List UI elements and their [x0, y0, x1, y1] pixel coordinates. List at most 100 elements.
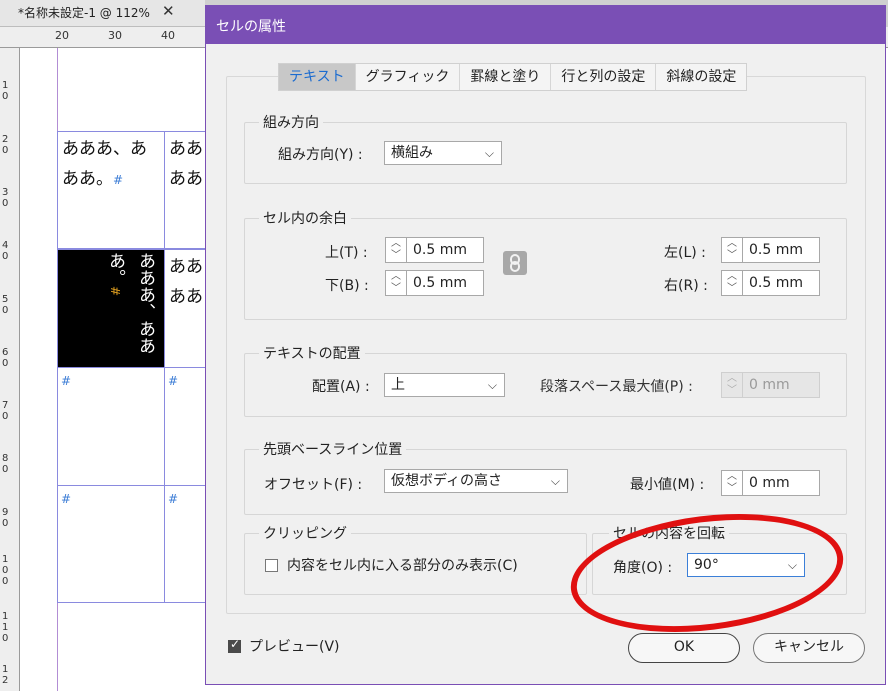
chevron-down-icon: ⌵ [484, 146, 494, 160]
ruler-label: 2 0 [2, 134, 9, 156]
direction-select[interactable]: 横組み ⌵ [384, 141, 502, 165]
end-of-story-marker: # [61, 374, 72, 388]
minimum-stepper[interactable]: ︿ ﹀ [721, 470, 743, 496]
dialog-titlebar[interactable]: セルの属性 [206, 6, 885, 44]
tab-bar: テキスト グラフィック 罫線と塗り 行と列の設定 斜線の設定 [278, 63, 748, 91]
chevron-down-icon[interactable]: ﹀ [386, 283, 406, 295]
chevron-up-icon[interactable]: ︿ [722, 471, 742, 483]
tab-diagonal-lines[interactable]: 斜線の設定 [656, 64, 747, 90]
ruler-label: 8 0 [2, 453, 9, 475]
table-cell[interactable]: ああ ああ [164, 249, 209, 368]
paragraph-spacing-stepper: ︿ ﹀ [721, 372, 743, 398]
chevron-down-icon: ﹀ [727, 385, 737, 396]
chevron-down-icon: ⌵ [550, 474, 560, 488]
chevron-down-icon[interactable]: ﹀ [722, 483, 742, 495]
end-of-story-marker: # [168, 374, 179, 388]
direction-group: 組み方向 組み方向(Y) : 横組み ⌵ [244, 112, 847, 184]
close-tab-icon[interactable]: ✕ [162, 2, 175, 20]
cell-rotated-text: あああ、ああ あ。# [100, 252, 160, 367]
clipping-group: クリッピング 内容をセル内に入る部分のみ表示(C) [244, 523, 587, 595]
text-alignment-group: テキストの配置 配置(A) : 上 ⌵ 段落スペース最大値(P) : ︿ ﹀ 0… [244, 343, 847, 417]
chain-link-icon [510, 254, 520, 272]
table-cell[interactable]: あああ、あ ああ。# [57, 131, 165, 249]
ruler-label: 6 0 [2, 347, 9, 369]
inset-top-stepper[interactable]: ︿ ﹀ [385, 237, 407, 263]
paragraph-spacing-field: 0 mm [742, 372, 820, 398]
direction-label: 組み方向(Y) : [278, 147, 363, 163]
chevron-up-icon[interactable]: ︿ [386, 238, 406, 250]
table-cell[interactable]: # [57, 485, 165, 603]
document-tab[interactable]: *名称未設定-1 @ 112% ✕ [0, 0, 205, 27]
preview-checkbox[interactable]: ✓ [228, 637, 241, 653]
link-inset-button[interactable] [503, 251, 527, 275]
end-of-story-marker: # [61, 492, 72, 506]
ruler-label: 40 [161, 29, 175, 42]
ruler-label: 30 [108, 29, 122, 42]
preview-label[interactable]: プレビュー(V) [249, 636, 340, 656]
minimum-field[interactable]: 0 mm [742, 470, 820, 496]
checkmark-icon: ✓ [230, 637, 241, 651]
cell-text: あああ、あ ああ。# [58, 132, 164, 197]
alignment-label: 配置(A) : [312, 379, 370, 395]
chevron-down-icon[interactable]: ﹀ [722, 250, 742, 262]
ruler-label: 3 0 [2, 187, 9, 209]
chevron-up-icon[interactable]: ︿ [722, 271, 742, 283]
tab-rows-columns[interactable]: 行と列の設定 [551, 64, 657, 90]
cell-text: ああ ああ [169, 257, 203, 307]
table-cell[interactable]: ああ ああ [164, 131, 209, 249]
cancel-button[interactable]: キャンセル [753, 633, 865, 663]
group-title: セル内の余白 [259, 208, 351, 228]
table-cell[interactable]: # [57, 367, 165, 486]
first-baseline-group: 先頭ベースライン位置 オフセット(F) : 仮想ボディの高さ ⌵ 最小値(M) … [244, 439, 847, 515]
ruler-label: 1 0 0 [2, 554, 9, 587]
inset-left-label: 左(L) : [664, 245, 706, 261]
inset-left-stepper[interactable]: ︿ ﹀ [721, 237, 743, 263]
inset-right-label: 右(R) : [664, 278, 708, 294]
end-of-story-marker: # [113, 173, 124, 187]
chevron-up-icon[interactable]: ︿ [386, 271, 406, 283]
ruler-label: 1 0 [2, 80, 9, 102]
tab-graphic[interactable]: グラフィック [355, 64, 461, 90]
group-title: テキストの配置 [259, 343, 365, 363]
ruler-label: 5 0 [2, 294, 9, 316]
ruler-label: 20 [55, 29, 69, 42]
chevron-up-icon[interactable]: ︿ [722, 238, 742, 250]
alignment-value: 上 [391, 377, 405, 393]
cell-inset-group: セル内の余白 上(T) : ︿ ﹀ 0.5 mm 下(B) : ︿ ﹀ 0.5 … [244, 208, 847, 320]
inset-top-label: 上(T) : [325, 245, 368, 261]
inset-bottom-field[interactable]: 0.5 mm [406, 270, 484, 296]
tab-strokes-fills[interactable]: 罫線と塗り [460, 64, 552, 90]
clip-contents-checkbox[interactable] [265, 559, 278, 572]
inset-right-field[interactable]: 0.5 mm [742, 270, 820, 296]
table-cell[interactable]: # [164, 367, 209, 486]
table-cell[interactable]: # [164, 485, 209, 603]
group-title: 先頭ベースライン位置 [259, 439, 407, 459]
chevron-down-icon[interactable]: ﹀ [722, 283, 742, 295]
inset-right-stepper[interactable]: ︿ ﹀ [721, 270, 743, 296]
cell-text: ああ ああ [169, 139, 203, 189]
direction-value: 横組み [391, 145, 433, 161]
ruler-label: 7 0 [2, 400, 9, 422]
cell-options-dialog: セルの属性 テキスト グラフィック 罫線と塗り 行と列の設定 斜線の設定 組み方… [205, 5, 886, 685]
vertical-ruler: 1 0 2 0 3 0 4 0 5 0 6 0 7 0 8 0 9 0 1 0 … [0, 48, 20, 691]
clip-contents-label[interactable]: 内容をセル内に入る部分のみ表示(C) [287, 555, 518, 575]
chevron-down-icon[interactable]: ﹀ [386, 250, 406, 262]
inset-left-field[interactable]: 0.5 mm [742, 237, 820, 263]
document-tab-title: *名称未設定-1 @ 112% [18, 6, 150, 20]
dialog-title: セルの属性 [216, 19, 286, 35]
ruler-label: 4 0 [2, 240, 9, 262]
alignment-select[interactable]: 上 ⌵ [384, 373, 505, 397]
ok-button[interactable]: OK [628, 633, 740, 663]
tab-text[interactable]: テキスト [279, 64, 356, 90]
ruler-label: 9 0 [2, 507, 9, 529]
end-of-story-marker: # [168, 492, 179, 506]
minimum-label: 最小値(M) : [630, 477, 705, 493]
offset-label: オフセット(F) : [264, 477, 363, 493]
ruler-label: 1 2 [2, 664, 9, 686]
selected-table-cell[interactable]: あああ、ああ あ。# [57, 249, 165, 368]
inset-bottom-stepper[interactable]: ︿ ﹀ [385, 270, 407, 296]
paragraph-spacing-label: 段落スペース最大値(P) : [540, 379, 693, 395]
inset-top-field[interactable]: 0.5 mm [406, 237, 484, 263]
offset-select[interactable]: 仮想ボディの高さ ⌵ [384, 469, 568, 493]
chevron-down-icon: ⌵ [487, 378, 497, 392]
